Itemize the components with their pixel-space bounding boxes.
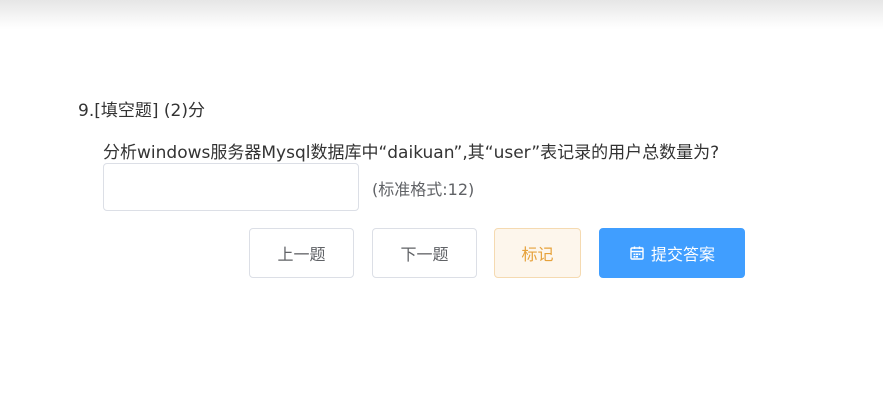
answer-input[interactable] bbox=[103, 163, 359, 211]
mark-label: 标记 bbox=[521, 245, 554, 264]
prev-question-button[interactable]: 上一题 bbox=[249, 228, 354, 278]
calendar-icon bbox=[629, 245, 645, 261]
prev-question-label: 上一题 bbox=[277, 245, 326, 264]
top-bar-shadow bbox=[0, 0, 883, 30]
submit-answer-button[interactable]: 提交答案 bbox=[599, 228, 745, 278]
submit-answer-label: 提交答案 bbox=[650, 245, 715, 264]
next-question-label: 下一题 bbox=[400, 245, 449, 264]
next-question-button[interactable]: 下一题 bbox=[372, 228, 477, 278]
question-text: 分析windows服务器Mysql数据库中“daikuan”,其“user”表记… bbox=[103, 143, 720, 163]
mark-button[interactable]: 标记 bbox=[494, 228, 581, 278]
format-hint: (标准格式:12) bbox=[372, 180, 475, 199]
question-title: 9.[填空题] (2)分 bbox=[78, 101, 205, 121]
